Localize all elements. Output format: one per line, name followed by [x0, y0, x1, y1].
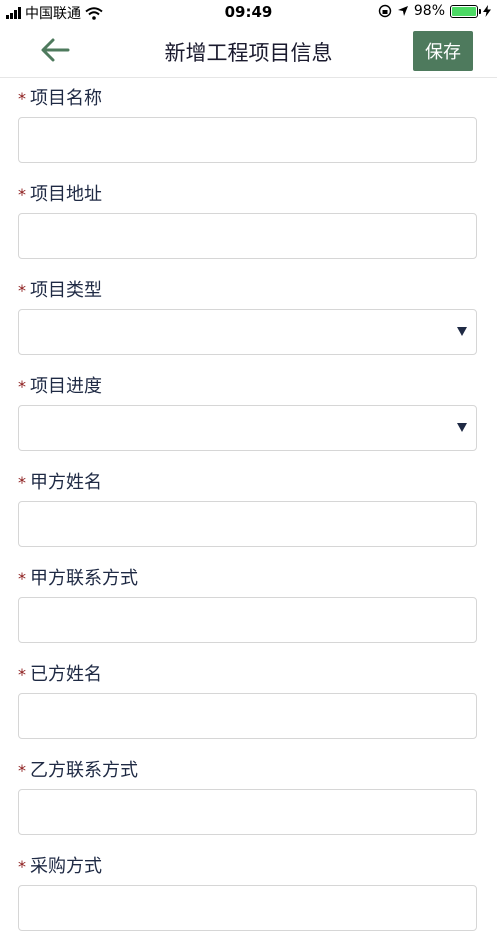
form-field: * 项目进度: [0, 366, 497, 462]
field-label-text: 项目进度: [30, 376, 102, 397]
required-mark: *: [18, 473, 26, 492]
form-field: * 甲方姓名: [0, 462, 497, 558]
field-label-text: 甲方姓名: [30, 472, 102, 493]
field-label-text: 项目地址: [30, 184, 102, 205]
battery-icon: [450, 4, 481, 18]
text-input[interactable]: [18, 213, 477, 259]
text-input[interactable]: [18, 597, 477, 643]
field-label-text: 采购方式: [30, 856, 102, 877]
select-field[interactable]: [18, 309, 477, 355]
required-mark: *: [18, 857, 26, 876]
field-label: * 乙方联系方式: [18, 756, 138, 782]
form-field: * 甲方联系方式: [0, 558, 497, 654]
required-mark: *: [18, 281, 26, 300]
form-field: * 已方姓名: [0, 654, 497, 750]
required-mark: *: [18, 761, 26, 780]
field-label-text: 甲方联系方式: [30, 568, 138, 589]
field-label: * 项目类型: [18, 276, 102, 302]
required-mark: *: [18, 569, 26, 588]
location-icon: [397, 6, 408, 16]
form-field: * 项目名称: [0, 78, 497, 174]
required-mark: *: [18, 665, 26, 684]
field-label-text: 已方姓名: [30, 664, 102, 685]
field-label: * 项目名称: [18, 84, 102, 110]
form-field: * 项目类型: [0, 270, 497, 366]
field-label-text: 项目类型: [30, 280, 102, 301]
field-label: * 已方姓名: [18, 660, 102, 686]
required-mark: *: [18, 185, 26, 204]
battery-percent: 98%: [413, 3, 445, 19]
text-input[interactable]: [18, 789, 477, 835]
form-field: * 项目地址: [0, 174, 497, 270]
field-label-text: 项目名称: [30, 88, 102, 109]
rotation-lock-icon: [378, 4, 392, 18]
text-input[interactable]: [18, 885, 477, 931]
save-button[interactable]: 保存: [413, 31, 473, 71]
form-field: * 乙方联系方式: [0, 750, 497, 846]
select-field[interactable]: [18, 405, 477, 451]
status-bar: 中国联通 09:49 98%: [0, 0, 497, 24]
field-label: * 项目进度: [18, 372, 102, 398]
status-right: 98%: [378, 3, 491, 19]
navigation-bar: 新增工程项目信息 保存: [0, 24, 497, 78]
text-input[interactable]: [18, 693, 477, 739]
field-label: * 采购方式: [18, 852, 102, 878]
dropdown-arrow-icon: [457, 423, 467, 432]
project-form: * 项目名称 * 项目地址 * 项目类型 * 项目进度 * 甲方姓名 * 甲方联系方式 * 已方姓名 * 乙方…: [0, 78, 497, 942]
text-input[interactable]: [18, 117, 477, 163]
required-mark: *: [18, 89, 26, 108]
text-input[interactable]: [18, 501, 477, 547]
field-label: * 甲方姓名: [18, 468, 102, 494]
field-label: * 甲方联系方式: [18, 564, 138, 590]
form-field: * 采购方式: [0, 846, 497, 942]
required-mark: *: [18, 377, 26, 396]
field-label-text: 乙方联系方式: [30, 760, 138, 781]
field-label: * 项目地址: [18, 180, 102, 206]
dropdown-arrow-icon: [457, 327, 467, 336]
charging-icon: [483, 5, 491, 17]
